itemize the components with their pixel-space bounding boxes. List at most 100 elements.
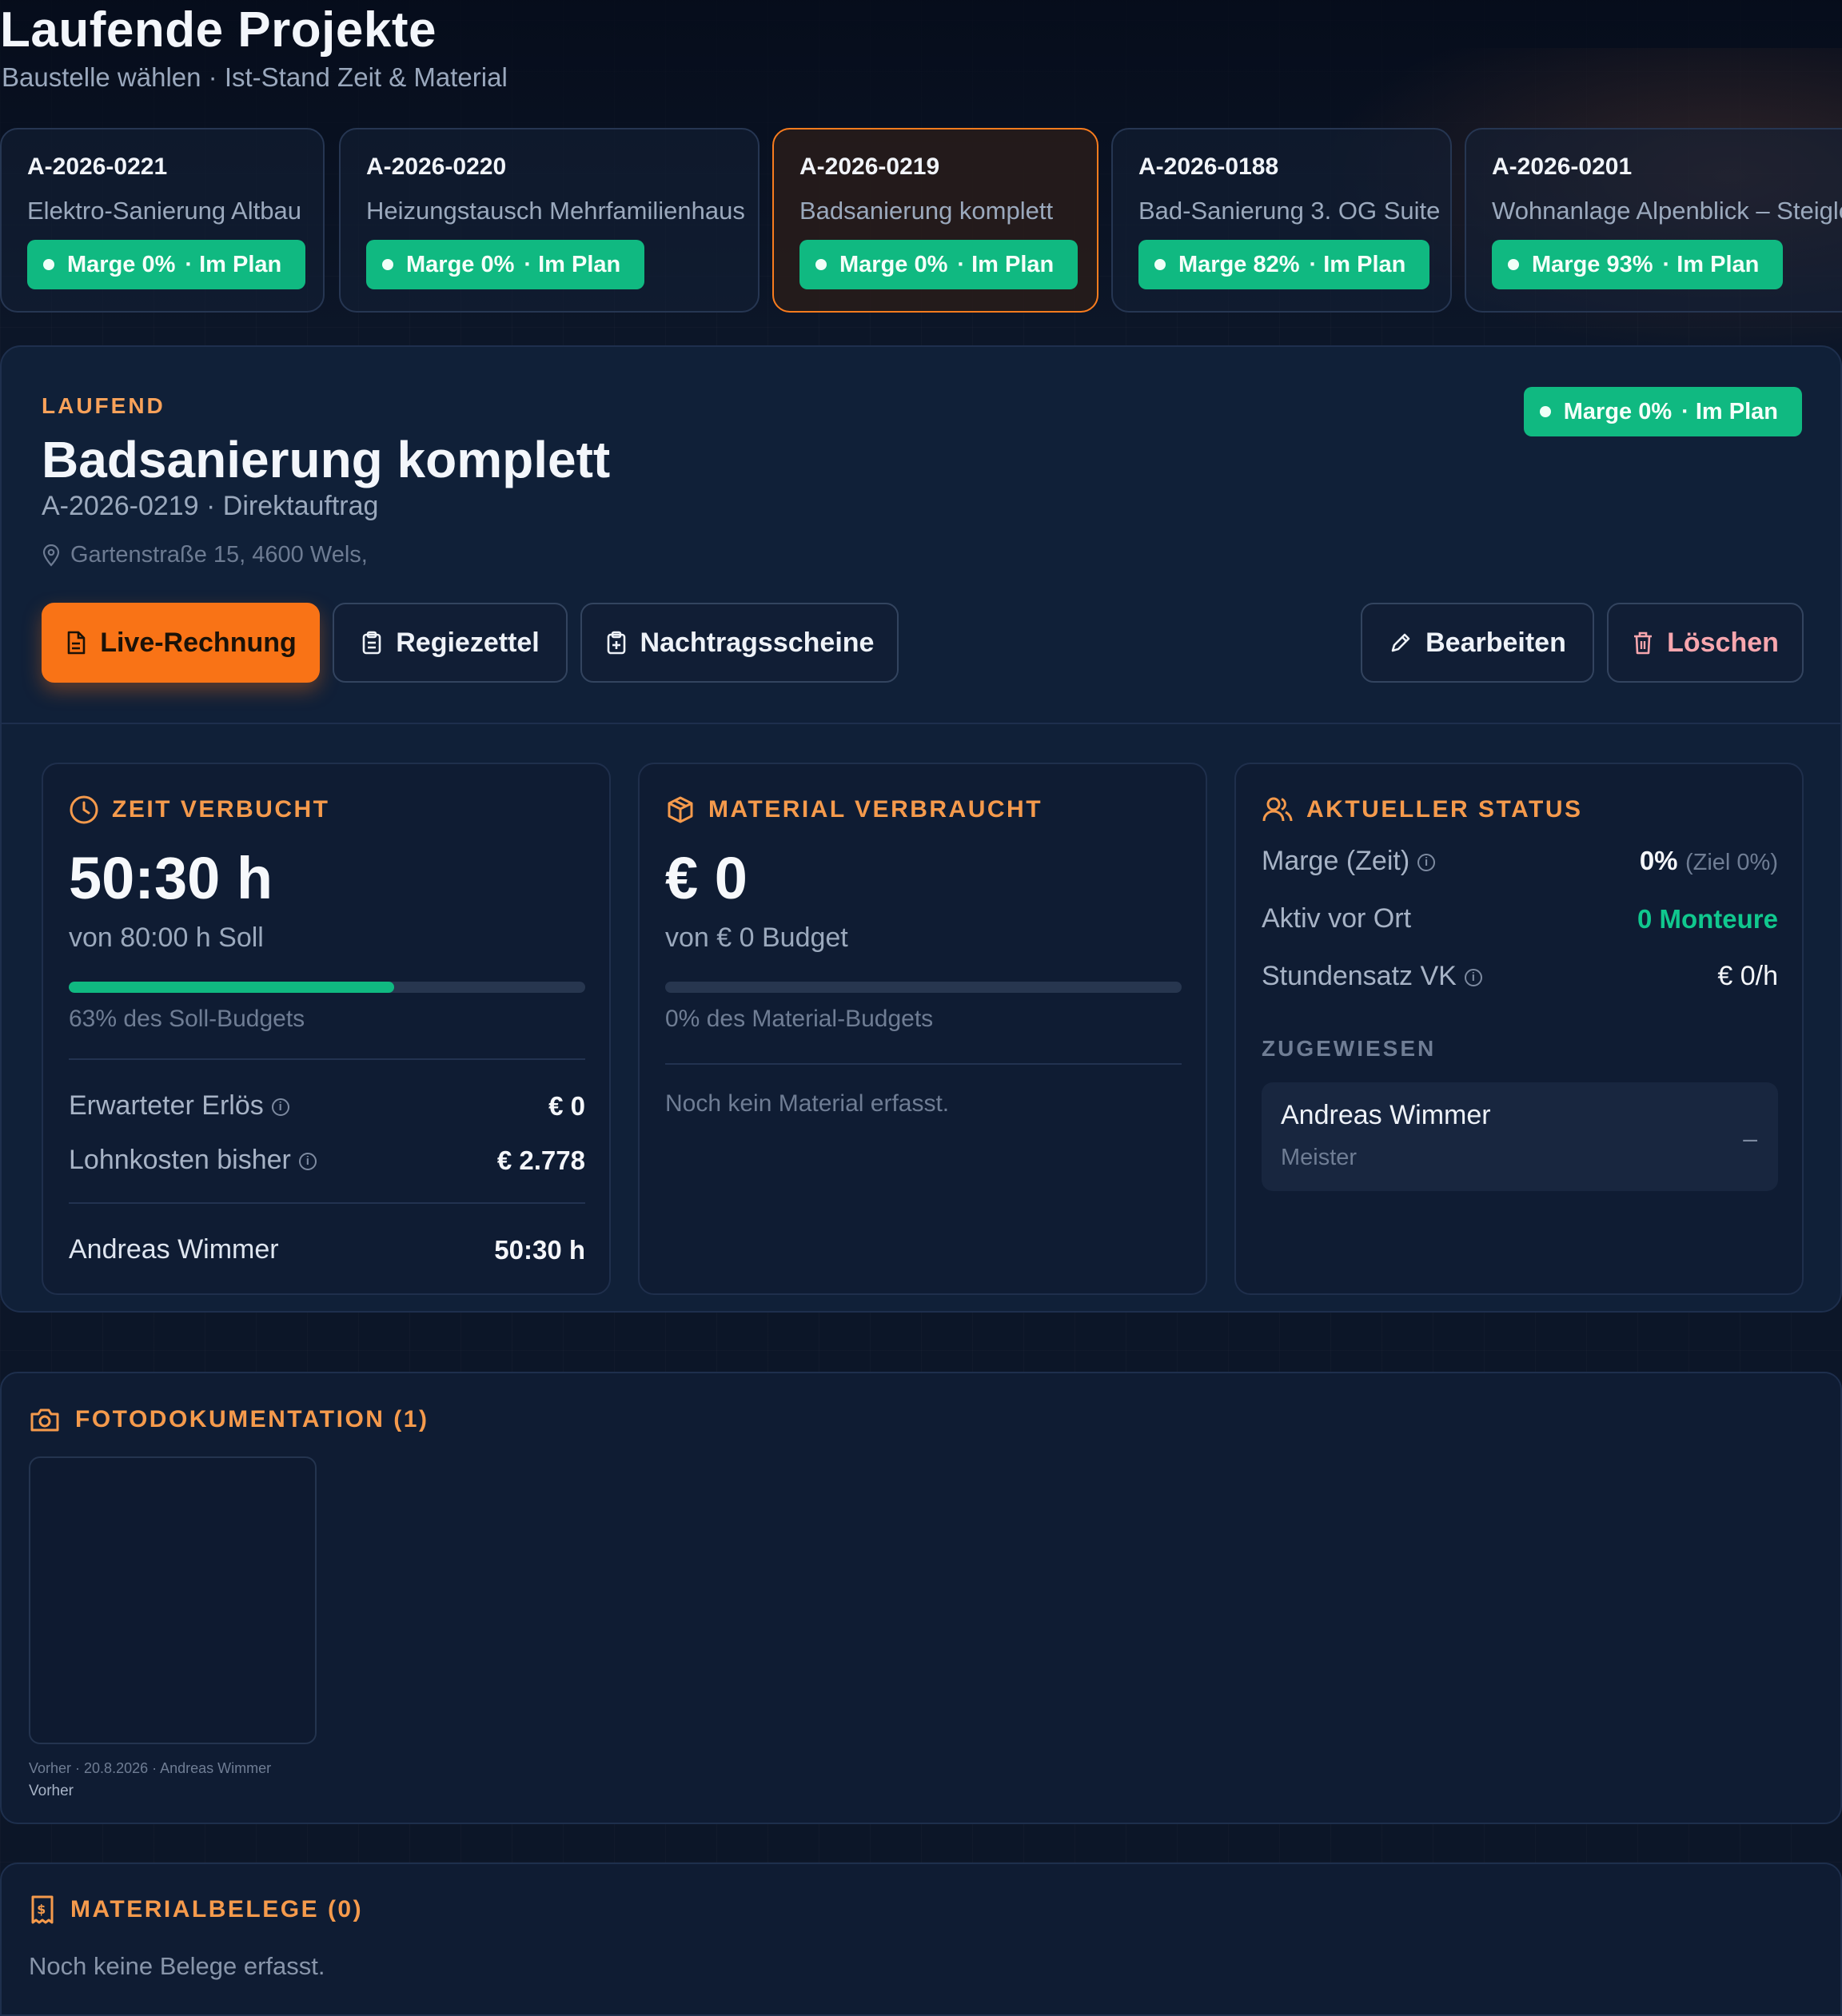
material-value: € 0 <box>665 845 748 911</box>
project-card-list: A-2026-0221 Elektro-Sanierung Altbau Mar… <box>0 128 1842 313</box>
assigned-heading: ZUGEWIESEN <box>1262 1036 1437 1061</box>
row-label: Marge (Zeit) <box>1262 846 1410 876</box>
margin-text: Marge 82% <box>1178 251 1300 277</box>
project-card[interactable]: A-2026-0220 Heizungstausch Mehrfamilienh… <box>339 128 760 313</box>
time-target: von 80:00 h Soll <box>69 922 264 953</box>
margin-badge: Marge 93% · Im Plan <box>1492 240 1784 289</box>
margin-badge: Marge 82% · Im Plan <box>1138 240 1430 289</box>
project-card[interactable]: A-2026-0201 Wohnanlage Alpenblick – Stei… <box>1465 128 1842 313</box>
clipboard-plus-icon <box>607 631 625 655</box>
svg-text:$: $ <box>37 1902 48 1917</box>
margin-badge: Marge 0% · Im Plan <box>27 240 306 289</box>
rate-row: Stundensatz VK i € 0/h <box>1262 961 1778 992</box>
margin-target: (Ziel 0%) <box>1685 850 1778 875</box>
package-icon <box>668 796 693 823</box>
material-empty-note: Noch kein Material erfasst. <box>665 1090 950 1117</box>
divider <box>69 1058 585 1060</box>
regiezettel-button[interactable]: Regiezettel <box>333 603 568 683</box>
info-icon[interactable]: i <box>1417 854 1436 872</box>
button-label: Löschen <box>1667 627 1779 658</box>
info-icon[interactable]: i <box>271 1098 289 1117</box>
margin-text: Marge 0% <box>406 251 515 277</box>
project-number: A-2026-0201 <box>1492 153 1633 180</box>
button-label: Bearbeiten <box>1425 627 1566 658</box>
status-dot-icon <box>1508 259 1519 270</box>
nachtragsscheine-button[interactable]: Nachtragsscheine <box>580 603 899 683</box>
project-card[interactable]: A-2026-0221 Elektro-Sanierung Altbau Mar… <box>0 128 325 313</box>
divider <box>665 1063 1182 1065</box>
person-name: Andreas Wimmer <box>1281 1100 1491 1130</box>
heading-text: ZEIT VERBUCHT <box>112 796 330 823</box>
material-progress-bar <box>665 982 1182 993</box>
project-number: A-2026-0219 <box>799 153 940 180</box>
plan-status-text: · Im Plan <box>524 251 621 277</box>
worker-name: Andreas Wimmer <box>69 1234 279 1265</box>
margin-badge: Marge 0% · Im Plan <box>1523 387 1802 436</box>
project-title: Badsanierung komplett <box>42 431 611 488</box>
remove-person-button[interactable]: – <box>1743 1124 1757 1153</box>
button-label: Nachtragsscheine <box>640 627 875 658</box>
margin-text: Marge 0% <box>67 251 176 277</box>
divider <box>69 1202 585 1204</box>
document-icon <box>67 631 86 655</box>
photo-thumbnail[interactable] <box>29 1456 317 1744</box>
project-number: A-2026-0221 <box>27 153 168 180</box>
active-value: 0 Monteure <box>1637 903 1778 934</box>
row-value: € 0 <box>548 1090 585 1121</box>
status-card-heading: AKTUELLER STATUS <box>1262 795 1583 825</box>
material-progress-note: 0% des Material-Budgets <box>665 1006 934 1032</box>
row-label: Erwarteter Erlös <box>69 1090 264 1121</box>
row-label: Stundensatz VK <box>1262 961 1457 991</box>
time-value: 50:30 h <box>69 845 273 911</box>
receipt-icon: $ <box>31 1895 54 1924</box>
edit-button[interactable]: Bearbeiten <box>1361 603 1594 683</box>
margin-value: 0% <box>1639 846 1678 875</box>
status-card: AKTUELLER STATUS Marge (Zeit) i 0% (Ziel … <box>1234 763 1804 1295</box>
material-budget: von € 0 Budget <box>665 922 848 953</box>
plan-status-text: · Im Plan <box>1662 251 1760 277</box>
project-number: A-2026-0220 <box>366 153 507 180</box>
camera-icon <box>30 1408 59 1432</box>
project-meta: A-2026-0219 · Direktauftrag <box>42 491 379 521</box>
plan-status-text: · Im Plan <box>1681 398 1778 424</box>
clipboard-list-icon <box>362 631 381 655</box>
worker-hours-row: Andreas Wimmer 50:30 h <box>69 1234 585 1265</box>
plan-status-text: · Im Plan <box>1309 251 1406 277</box>
delete-button[interactable]: Löschen <box>1607 603 1804 683</box>
project-state-label: LAUFEND <box>42 393 165 418</box>
material-card-heading: MATERIAL VERBRAUCHT <box>665 795 1043 825</box>
project-card-selected[interactable]: A-2026-0219 Badsanierung komplett Marge … <box>772 128 1098 313</box>
margin-row: Marge (Zeit) i 0% (Ziel 0%) <box>1262 846 1778 877</box>
status-dot-icon <box>382 259 393 270</box>
project-name: Wohnanlage Alpenblick – Steiglei <box>1492 197 1842 225</box>
button-label: Regiezettel <box>396 627 540 658</box>
heading-text: MATERIAL VERBRAUCHT <box>708 796 1043 823</box>
info-icon[interactable]: i <box>298 1153 317 1171</box>
button-label: Live-Rechnung <box>100 627 297 658</box>
time-progress-fill <box>69 982 394 993</box>
status-dot-icon <box>1539 406 1551 417</box>
time-progress-note: 63% des Soll-Budgets <box>69 1006 305 1032</box>
project-name: Badsanierung komplett <box>799 197 1054 225</box>
rate-value: € 0/h <box>1717 961 1778 991</box>
time-card: ZEIT VERBUCHT 50:30 h von 80:00 h Soll 6… <box>42 763 611 1295</box>
address-text: Gartenstraße 15, 4600 Wels, <box>70 542 368 568</box>
map-pin-icon <box>42 544 60 567</box>
live-invoice-button[interactable]: Live-Rechnung <box>42 603 320 683</box>
divider <box>2 723 1842 724</box>
photo-section-heading: FOTODOKUMENTATION (1) <box>29 1405 429 1434</box>
project-detail-panel: LAUFEND Badsanierung komplett A-2026-021… <box>0 345 1842 1313</box>
info-icon[interactable]: i <box>1464 969 1482 987</box>
plan-status-text: · Im Plan <box>185 251 282 277</box>
clock-icon <box>70 795 98 824</box>
labor-cost-row: Lohnkosten bisher i € 2.778 <box>69 1145 585 1176</box>
assigned-person: Andreas Wimmer Meister – <box>1262 1082 1778 1191</box>
page-title: Laufende Projekte <box>0 2 437 58</box>
status-dot-icon <box>815 259 827 270</box>
heading-text: AKTUELLER STATUS <box>1306 796 1583 823</box>
photo-caption: Vorher · 20.8.2026 · Andreas Wimmer <box>29 1760 272 1776</box>
time-card-heading: ZEIT VERBUCHT <box>69 795 330 825</box>
material-card: MATERIAL VERBRAUCHT € 0 von € 0 Budget 0… <box>638 763 1207 1295</box>
project-card[interactable]: A-2026-0188 Bad-Sanierung 3. OG Suite Ma… <box>1111 128 1452 313</box>
project-address: Gartenstraße 15, 4600 Wels, <box>42 542 368 568</box>
